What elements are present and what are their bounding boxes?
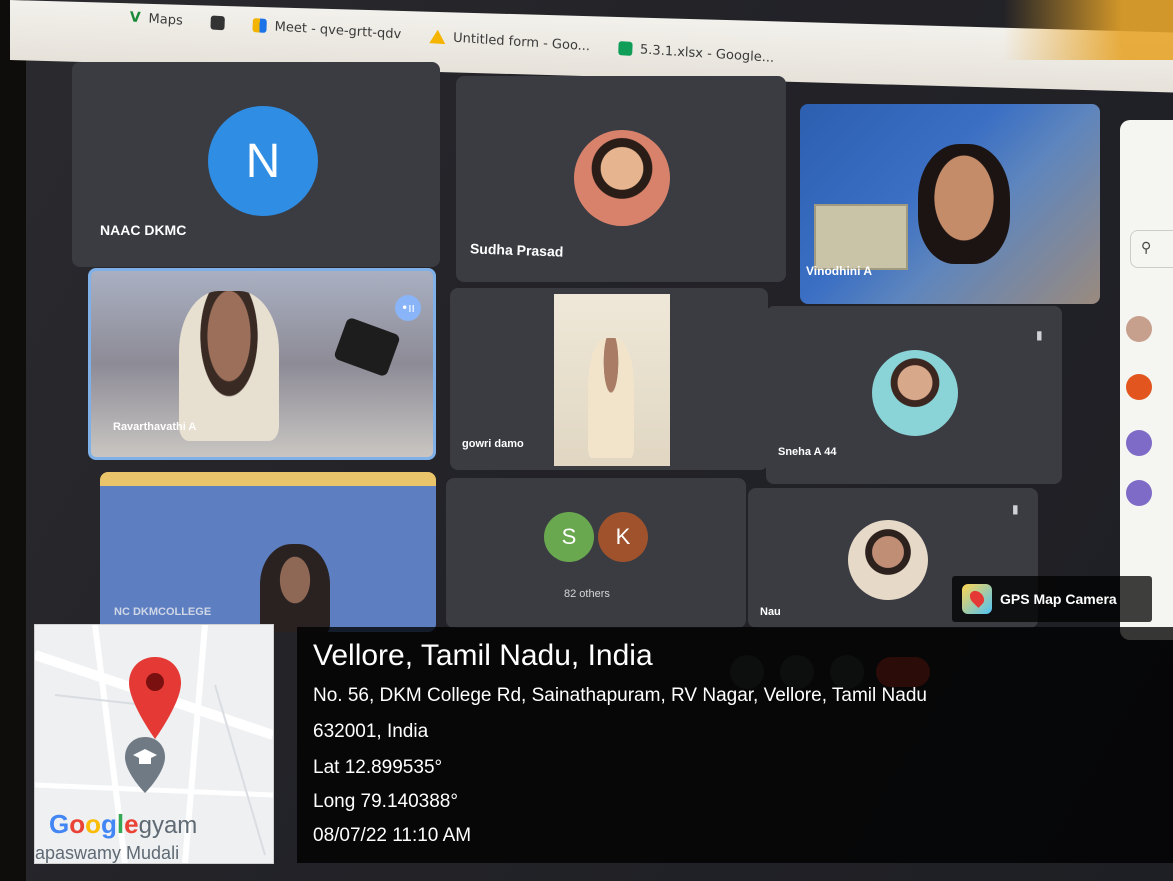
phone-object bbox=[333, 316, 401, 378]
participant-video bbox=[260, 544, 330, 632]
participant-tile-nc-dkmcollege[interactable]: NC DKMCOLLEGE bbox=[100, 472, 436, 632]
participant-name: Sneha A 44 bbox=[778, 446, 837, 458]
speaking-indicator-icon: •ıı bbox=[395, 295, 421, 321]
bookmark-form[interactable]: Untitled form - Goo... bbox=[428, 28, 590, 54]
participant-tile-gowri[interactable]: gowri damo bbox=[450, 288, 768, 470]
participant-name: NAAC DKMC bbox=[100, 222, 187, 238]
mic-off-icon: ▮ bbox=[1012, 502, 1019, 516]
address-line-2: 632001, India bbox=[313, 721, 429, 742]
participant-tile-sneha[interactable]: ▮ Sneha A 44 bbox=[766, 306, 1062, 484]
timestamp: 08/07/22 11:10 AM bbox=[313, 825, 472, 846]
avatar bbox=[1126, 480, 1152, 506]
people-list-item[interactable] bbox=[1126, 480, 1152, 506]
participant-photo bbox=[872, 350, 958, 436]
participant-tile-sudha[interactable]: Sudha Prasad bbox=[456, 76, 786, 282]
avatar bbox=[1126, 316, 1152, 342]
sheets-icon bbox=[617, 41, 633, 56]
avatar: K bbox=[598, 512, 648, 562]
school-marker-icon bbox=[123, 735, 167, 799]
drive-icon bbox=[428, 29, 446, 45]
participant-tile-active-speaker[interactable]: •ıı Ravarthavathi A bbox=[88, 268, 436, 460]
avatar: N bbox=[208, 106, 318, 216]
participant-tile-vinodhini[interactable]: Vinodhini A bbox=[800, 104, 1100, 304]
search-icon: ⚲ bbox=[1141, 240, 1152, 256]
map-thumbnail: Googlegyam apaswamy Mudali bbox=[34, 624, 274, 864]
maps-icon: V bbox=[129, 9, 141, 27]
latitude: Lat 12.899535° bbox=[313, 757, 443, 778]
address-line-1: No. 56, DKM College Rd, Sainathapuram, R… bbox=[313, 685, 927, 706]
participant-name: gowri damo bbox=[462, 438, 524, 450]
avatar: S bbox=[544, 512, 594, 562]
participant-name: Ravarthavathi A bbox=[113, 421, 197, 433]
bookmark-meet[interactable]: Meet - qve-grtt-qdv bbox=[252, 17, 401, 42]
participant-tile-naac[interactable]: N NAAC DKMC bbox=[72, 62, 440, 267]
wall-sign bbox=[814, 204, 908, 270]
bezel-left bbox=[0, 0, 26, 881]
people-list-item[interactable] bbox=[1126, 430, 1152, 456]
participant-name: Nau bbox=[760, 606, 781, 618]
people-search-field[interactable]: ⚲ bbox=[1130, 230, 1173, 268]
participant-name: NC DKMCOLLEGE bbox=[114, 606, 212, 618]
participant-photo bbox=[574, 130, 670, 226]
bookmark-maps[interactable]: V Maps bbox=[129, 9, 183, 28]
map-street-label: apaswamy Mudali bbox=[35, 843, 180, 863]
participant-video bbox=[179, 291, 279, 441]
globe-icon bbox=[210, 15, 225, 31]
bookmark-sheet[interactable]: 5.3.1.xlsx - Google... bbox=[617, 40, 775, 66]
people-panel: ⚲ bbox=[1120, 120, 1173, 640]
location-title: Vellore, Tamil Nadu, India bbox=[313, 639, 653, 672]
avatar bbox=[1126, 374, 1152, 400]
meet-icon bbox=[252, 18, 267, 33]
mic-off-icon: ▮ bbox=[1036, 328, 1043, 342]
gps-camera-app-icon bbox=[962, 584, 992, 614]
others-count: 82 others bbox=[564, 588, 610, 600]
gps-info-overlay: Vellore, Tamil Nadu, India No. 56, DKM C… bbox=[297, 627, 1173, 863]
google-logo: Googlegyam bbox=[49, 809, 198, 839]
avatar bbox=[1126, 430, 1152, 456]
participant-tile-others[interactable]: S K 82 others bbox=[446, 478, 746, 628]
gps-map-camera-badge: GPS Map Camera bbox=[952, 576, 1152, 622]
participant-name: Sudha Prasad bbox=[469, 240, 564, 260]
people-list-item[interactable] bbox=[1126, 316, 1152, 342]
longitude: Long 79.140388° bbox=[313, 791, 458, 812]
participant-video bbox=[554, 294, 670, 466]
bookmark-globe[interactable] bbox=[210, 14, 225, 31]
participant-name: Vinodhini A bbox=[806, 264, 872, 278]
light-glare bbox=[1003, 0, 1173, 60]
participant-photo bbox=[848, 520, 928, 600]
people-list-item[interactable] bbox=[1126, 374, 1152, 400]
participant-video bbox=[918, 144, 1010, 264]
